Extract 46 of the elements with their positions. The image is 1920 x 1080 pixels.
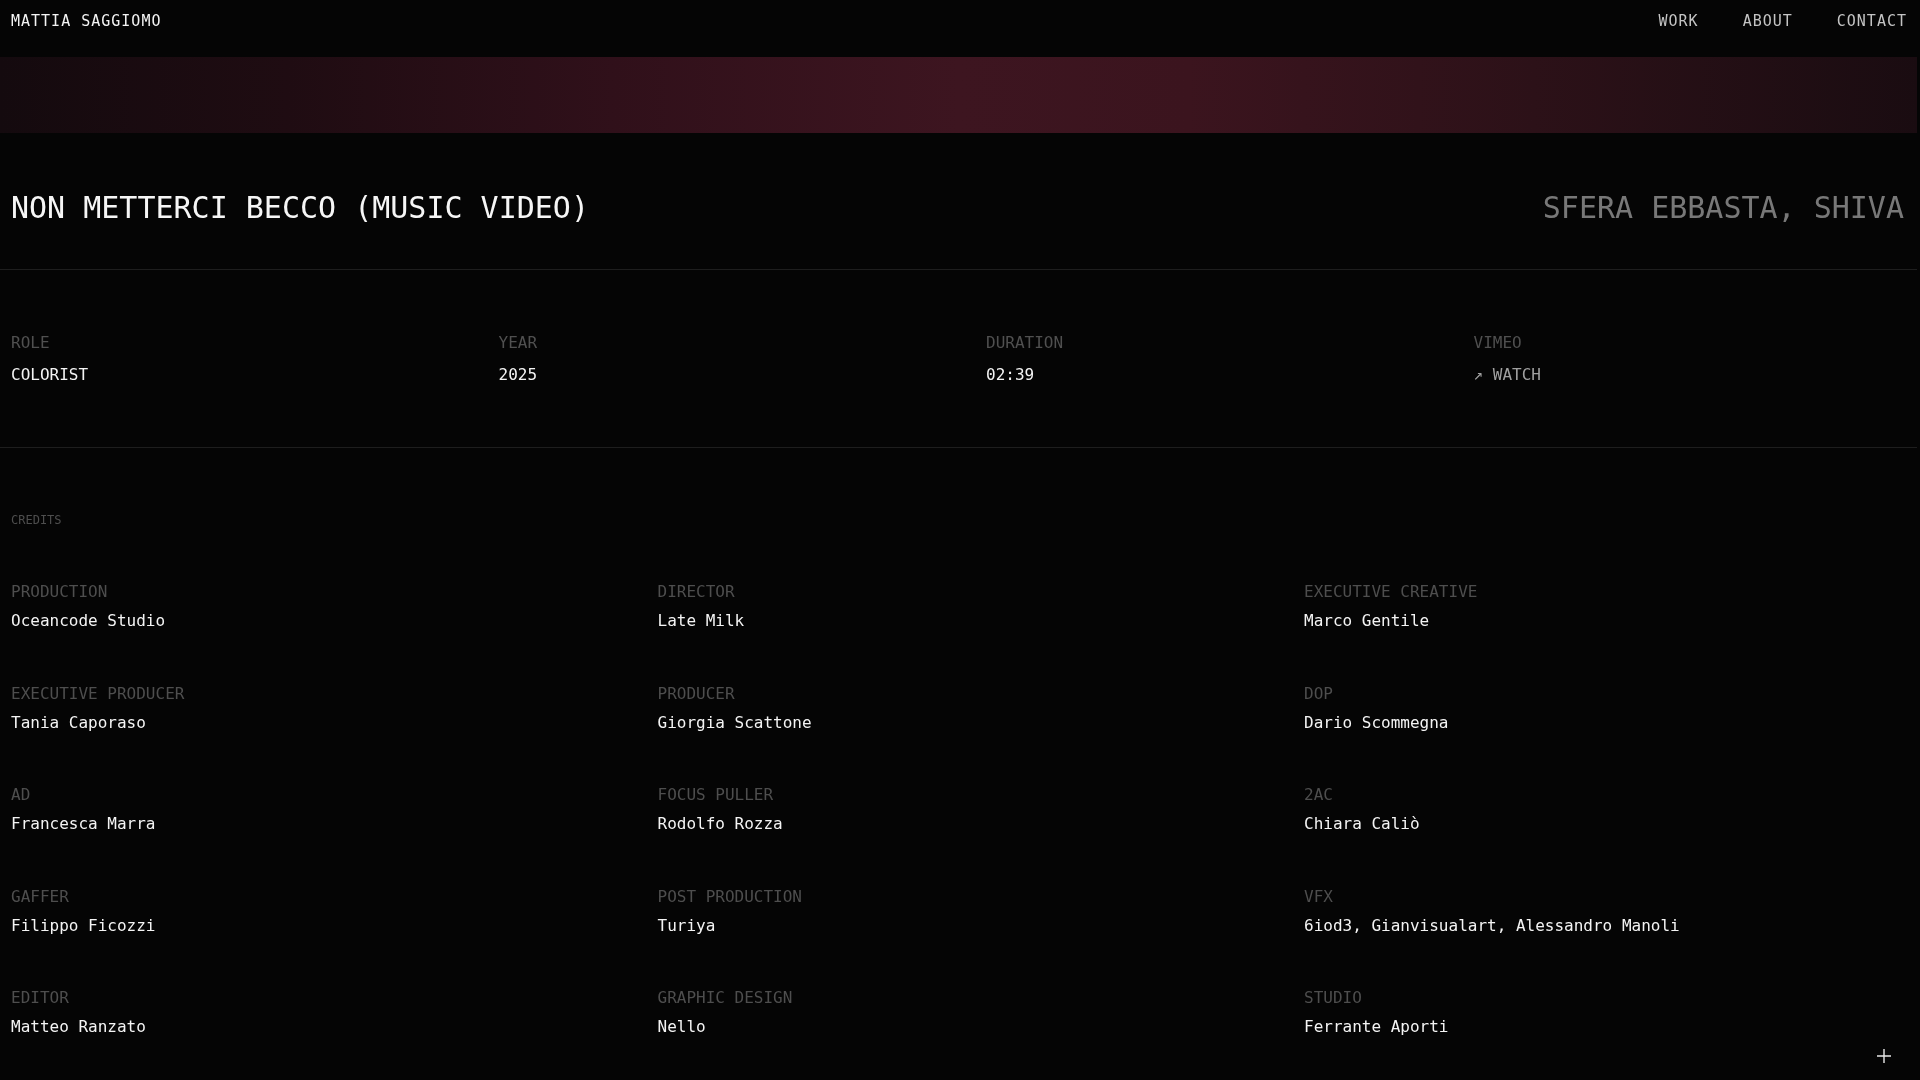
credit-role: VFX bbox=[1304, 886, 1333, 907]
watch-link[interactable]: ↗ WATCH bbox=[1473, 365, 1541, 385]
credit-role: PRODUCER bbox=[657, 683, 735, 704]
credit-name: Nello bbox=[657, 1017, 706, 1038]
detail-value: 2025 bbox=[498, 365, 538, 385]
nav-link[interactable]: WORK bbox=[1658, 12, 1699, 30]
detail-label: DURATION bbox=[986, 333, 1064, 353]
detail-value: COLORIST bbox=[11, 365, 89, 385]
credit-name: Oceancode Studio bbox=[11, 611, 166, 631]
credit-name: 6iod3, Gianvisualart, Alessandro Manoli bbox=[1304, 915, 1680, 936]
nav-link[interactable]: CONTACT bbox=[1836, 12, 1907, 30]
project-title: NON METTERCI BECCO (MUSIC VIDEO) bbox=[11, 190, 589, 226]
credit-role: EXECUTIVE PRODUCER bbox=[11, 683, 185, 704]
credit-name: Late Milk bbox=[657, 611, 745, 631]
credit-name: Giorgia Scattone bbox=[657, 712, 812, 733]
credit-role: EDITOR bbox=[11, 988, 69, 1009]
detail-label: YEAR bbox=[498, 333, 538, 353]
artist-name: SFERA EBBASTA, SHIVA bbox=[1542, 190, 1904, 226]
site-logo[interactable]: MATTIA SAGGIOMO bbox=[11, 12, 162, 30]
credit-name: Turiya bbox=[657, 915, 716, 936]
nav-link[interactable]: ABOUT bbox=[1742, 12, 1793, 30]
credit-name: Marco Gentile bbox=[1304, 611, 1430, 631]
credit-role: FOCUS PULLER bbox=[657, 785, 774, 806]
credit-name: Francesca Marra bbox=[11, 814, 156, 835]
credit-role: POST PRODUCTION bbox=[657, 886, 802, 907]
credit-role: PRODUCTION bbox=[11, 582, 108, 602]
credit-name: Dario Scommegna bbox=[1304, 712, 1449, 733]
section-heading: CREDITS bbox=[11, 512, 62, 528]
credit-role: DOP bbox=[1304, 683, 1333, 704]
detail-value: 02:39 bbox=[986, 365, 1035, 385]
credit-role: GRAPHIC DESIGN bbox=[657, 988, 793, 1009]
credit-role: EXECUTIVE CREATIVE bbox=[1304, 582, 1478, 602]
detail-label: ROLE bbox=[11, 333, 50, 353]
credit-name: Chiara Caliò bbox=[1304, 814, 1420, 835]
credit-name: Filippo Ficozzi bbox=[11, 915, 156, 936]
plus-icon[interactable] bbox=[1877, 1049, 1891, 1063]
detail-label: VIMEO bbox=[1473, 333, 1522, 353]
credit-role: STUDIO bbox=[1304, 988, 1362, 1009]
credit-name: Ferrante Aporti bbox=[1304, 1017, 1449, 1038]
credit-role: 2AC bbox=[1304, 785, 1333, 806]
credit-role: AD bbox=[11, 785, 31, 806]
credit-name: Tania Caporaso bbox=[11, 712, 146, 733]
credit-name: Rodolfo Rozza bbox=[657, 814, 783, 835]
credit-name: Matteo Ranzato bbox=[11, 1017, 146, 1038]
credit-role: GAFFER bbox=[11, 886, 69, 907]
credit-role: DIRECTOR bbox=[657, 582, 735, 602]
